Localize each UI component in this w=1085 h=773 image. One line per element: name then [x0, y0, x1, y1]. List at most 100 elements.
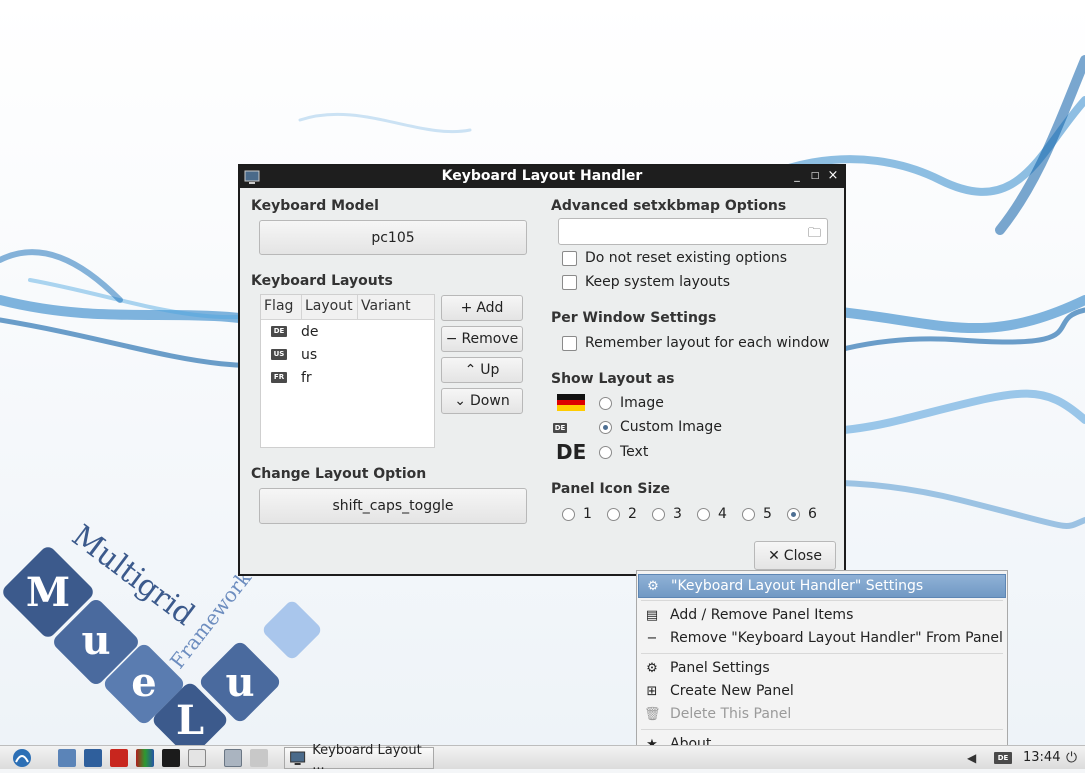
keyboard-layout-tray-icon[interactable]: DE [994, 752, 1012, 764]
checkbox[interactable] [562, 335, 577, 351]
move-up-button[interactable]: ⌃ Up [441, 357, 523, 383]
flag-de-icon: DE [271, 326, 287, 337]
icon-size-6-radio[interactable]: 6 [787, 506, 817, 522]
show-as-text-radio[interactable]: Text [599, 444, 648, 460]
close-window-button[interactable]: × [826, 168, 840, 184]
keep-system-layouts-checkbox[interactable]: Keep system layouts [562, 274, 730, 290]
list-icon: ▤ [645, 607, 659, 623]
menu-separator [641, 600, 1003, 601]
radio-button[interactable] [787, 507, 800, 521]
flag-us-icon: US [271, 349, 287, 360]
text-preview-de: DE [556, 440, 587, 464]
menu-item-remove-from-panel[interactable]: − Remove "Keyboard Layout Handler" From P… [638, 627, 1006, 649]
svg-text:u: u [81, 617, 110, 664]
radio-button[interactable] [652, 507, 665, 521]
radio-button[interactable] [599, 420, 612, 434]
icon-size-3-radio[interactable]: 3 [652, 506, 682, 522]
chevron-up-icon: ⌃ [464, 362, 477, 378]
power-icon[interactable]: ⏻ [1066, 750, 1080, 766]
panel-icon-size-label: Panel Icon Size [551, 481, 670, 497]
keyboard-layouts-label: Keyboard Layouts [251, 273, 393, 289]
menu-item-delete-this-panel: 🗑 Delete This Panel [644, 706, 792, 722]
plus-box-icon: ⊞ [646, 683, 658, 699]
window-icon[interactable] [188, 749, 206, 767]
layouts-list-header: Flag Layout Variant [261, 295, 434, 320]
titlebar[interactable]: Keyboard Layout Handler _ □ × [240, 166, 844, 188]
icon-size-2-radio[interactable]: 2 [607, 506, 637, 522]
show-as-custom-image-radio[interactable]: Custom Image [599, 419, 722, 435]
column-header-variant[interactable]: Variant [358, 295, 434, 319]
minus-icon: − [646, 630, 658, 646]
keyboard-model-button[interactable]: pc105 [259, 220, 527, 255]
desktop-2-icon[interactable] [250, 749, 268, 767]
column-header-flag[interactable]: Flag [261, 295, 302, 319]
close-button[interactable]: ✕ Close [754, 541, 836, 570]
window-title: Keyboard Layout Handler [441, 168, 643, 184]
keyboard-model-value: pc105 [371, 229, 415, 246]
custom-image-de-icon: DE [553, 423, 567, 433]
icon-size-5-radio[interactable]: 5 [742, 506, 772, 522]
radio-button[interactable] [599, 445, 612, 459]
terminal-icon[interactable] [162, 749, 180, 767]
svg-text:M: M [26, 569, 70, 616]
add-layout-button[interactable]: + Add [441, 295, 523, 321]
remove-layout-button[interactable]: − Remove [441, 326, 523, 352]
icon-size-4-radio[interactable]: 4 [697, 506, 727, 522]
radio-button[interactable] [742, 507, 755, 521]
checkbox[interactable] [562, 274, 577, 290]
flag-fr-icon: FR [271, 372, 287, 383]
keyboard-model-label: Keyboard Model [251, 198, 379, 214]
remember-layout-checkbox[interactable]: Remember layout for each window [562, 335, 829, 351]
taskbar: Keyboard Layout ... ◀ DE 13:44 ⏻ [0, 743, 1085, 773]
change-layout-option-button[interactable]: shift_caps_toggle [259, 488, 527, 524]
desktop-1-icon[interactable] [224, 749, 242, 767]
volume-icon[interactable]: ◀ [967, 751, 981, 765]
svg-text:e: e [131, 659, 156, 706]
do-not-reset-checkbox[interactable]: Do not reset existing options [562, 250, 787, 266]
list-item[interactable]: DE de [261, 320, 434, 343]
show-layout-as-label: Show Layout as [551, 371, 675, 387]
menu-item-add-remove-panel-items[interactable]: ▤ Add / Remove Panel Items [638, 604, 1006, 626]
close-icon: ✕ [768, 547, 780, 564]
menu-item-create-new-panel[interactable]: ⊞ Create New Panel [638, 680, 1006, 702]
layout-name: de [301, 323, 319, 340]
menu-separator [641, 653, 1003, 654]
checkbox[interactable] [562, 250, 577, 266]
show-as-image-radio[interactable]: Image [599, 395, 664, 411]
list-item[interactable]: FR fr [261, 366, 434, 389]
file-manager-icon[interactable] [58, 749, 76, 767]
radio-button[interactable] [599, 396, 612, 410]
menu-item-plugin-settings[interactable]: ⚙ "Keyboard Layout Handler" Settings [638, 574, 1006, 598]
move-down-button[interactable]: ⌄ Down [441, 388, 523, 414]
clock[interactable]: 13:44 [1023, 750, 1060, 765]
radio-button[interactable] [697, 507, 710, 521]
advanced-options-label: Advanced setxkbmap Options [551, 198, 787, 214]
layout-name: fr [301, 369, 312, 386]
monitor-icon [290, 751, 306, 765]
chevron-down-icon: ⌄ [454, 393, 467, 409]
folder-icon[interactable]: 🗀 [808, 224, 821, 246]
icon-size-1-radio[interactable]: 1 [562, 506, 592, 522]
task-keyboard-layout-handler[interactable]: Keyboard Layout ... [284, 743, 434, 773]
plus-icon: + [460, 300, 473, 316]
panel-context-menu: ⚙ "Keyboard Layout Handler" Settings ▤ Add… [636, 570, 1008, 758]
keyboard-layout-handler-dialog: Keyboard Layout Handler _ □ × Keyboard M… [238, 164, 846, 576]
minus-icon: − [445, 331, 458, 347]
radio-button[interactable] [562, 507, 575, 521]
menu-separator [641, 729, 1003, 730]
maximize-button[interactable]: □ [808, 168, 822, 184]
column-header-layout[interactable]: Layout [302, 295, 358, 319]
setxkbmap-options-input[interactable]: 🗀 [558, 218, 828, 245]
start-menu-icon[interactable] [10, 748, 34, 768]
minimize-button[interactable]: _ [790, 168, 804, 184]
svg-text:u: u [225, 659, 254, 706]
spreadsheet-icon[interactable] [136, 749, 154, 767]
network-icon[interactable] [84, 749, 102, 767]
menu-item-panel-settings[interactable]: ⚙ Panel Settings [638, 657, 1006, 679]
pdf-reader-icon[interactable] [110, 749, 128, 767]
radio-button[interactable] [607, 507, 620, 521]
svg-text:L: L [176, 697, 204, 744]
layouts-list[interactable]: Flag Layout Variant DE de US us FR fr [260, 294, 435, 448]
change-layout-option-label: Change Layout Option [251, 466, 427, 482]
list-item[interactable]: US us [261, 343, 434, 366]
